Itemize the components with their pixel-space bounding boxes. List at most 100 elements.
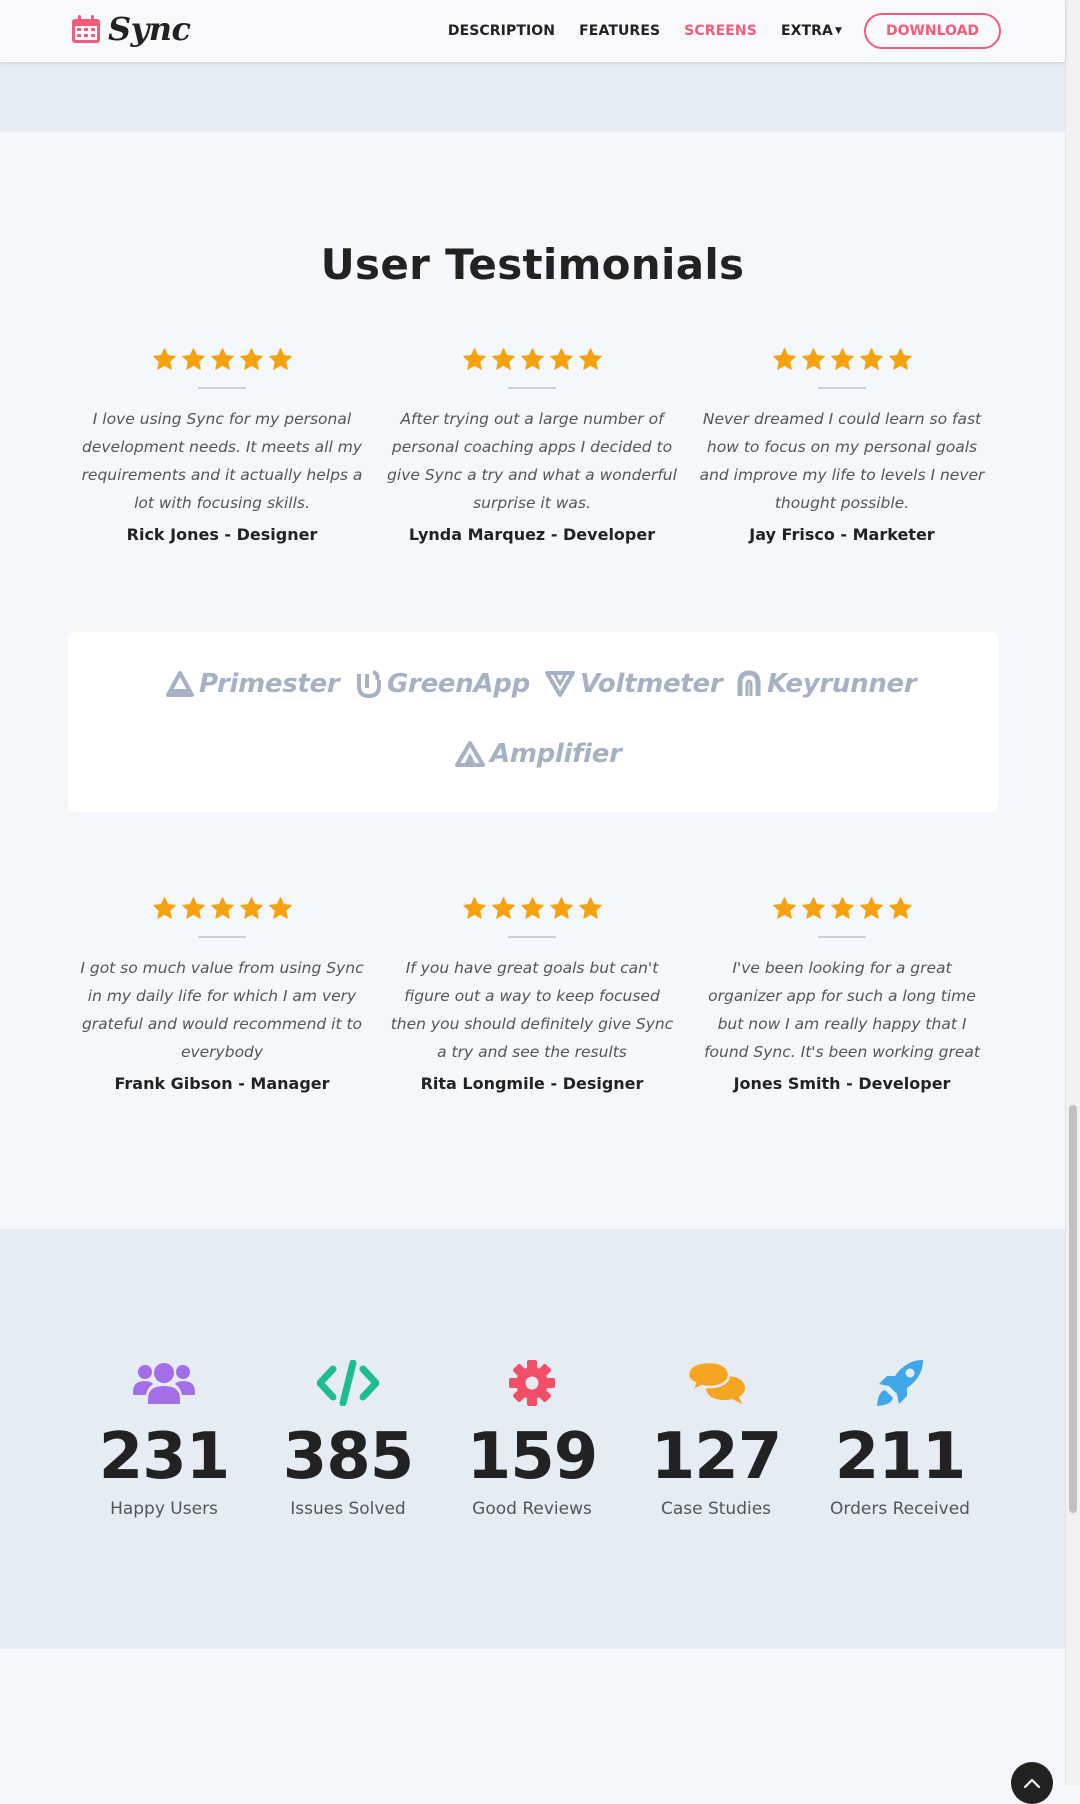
greenapp-logo-icon [357,670,381,698]
star-icon [181,348,205,370]
divider [198,936,246,938]
testimonial-author: Jay Frisco - Marketer [749,525,935,544]
star-icon [888,897,912,919]
counter-happy-users: 231 Happy Users [79,1357,249,1519]
caret-down-icon: ▼ [834,26,842,36]
amplifier-logo-icon [455,741,485,767]
star-icon [152,348,176,370]
comments-icon [687,1360,745,1404]
star-icon [210,348,234,370]
star-icon [549,348,573,370]
partner-name: Keyrunner [767,669,917,699]
scrollbar-thumb[interactable] [1069,1105,1077,1513]
divider [508,387,556,389]
star-icon [578,897,602,919]
star-icon [491,897,515,919]
star-rating [77,896,367,922]
partner-name: Voltmeter [580,669,723,699]
counter-case-studies: 127 Case Studies [631,1357,801,1519]
star-icon [578,348,602,370]
divider [818,387,866,389]
nav-link-features[interactable]: FEATURES [579,23,660,39]
testimonial-author: Rick Jones - Designer [126,525,318,544]
counter-value: 127 [650,1420,783,1494]
brand-logo[interactable]: Sync [70,10,191,48]
testimonial-quote: I've been looking for a great organizer … [704,959,980,1061]
testimonial-card: I've been looking for a great organizer … [697,896,987,1093]
keyrunner-logo-icon [737,670,761,696]
page-scrollbar[interactable] [1065,0,1080,1785]
partner-name: Amplifier [490,739,622,769]
star-icon [549,897,573,919]
star-icon [830,897,854,919]
counter-issues-solved: 385 Issues Solved [263,1357,433,1519]
nav-link-description[interactable]: DESCRIPTION [448,23,555,39]
testimonial-quote: After trying out a large number of perso… [387,410,677,512]
star-icon [772,897,796,919]
star-icon [181,897,205,919]
testimonial-author: Rita Longmile - Designer [420,1074,644,1093]
testimonial-author: Lynda Marquez - Developer [408,525,656,544]
partner-name: Primester [199,669,340,699]
divider [818,936,866,938]
partner-logo-voltmeter: Voltmeter [545,669,723,699]
counter-orders-received: 211 Orders Received [815,1357,985,1519]
star-icon [210,897,234,919]
star-icon [239,348,263,370]
star-rating [387,347,677,373]
star-icon [772,348,796,370]
users-icon [133,1363,195,1404]
star-icon [239,897,263,919]
testimonial-card: I got so much value from using Sync in m… [77,896,367,1093]
counter-label: Case Studies [660,1499,772,1519]
download-button[interactable]: DOWNLOAD [864,13,1001,49]
testimonial-card: I love using Sync for my personal develo… [77,347,367,544]
star-icon [859,348,883,370]
partner-logo-amplifier: Amplifier [455,739,622,769]
primester-logo-icon [166,671,194,697]
section-title: User Testimonials [320,240,745,289]
star-icon [520,348,544,370]
testimonial-quote: Never dreamed I could learn so fast how … [699,410,985,512]
testimonial-card: If you have great goals but can't figure… [387,896,677,1093]
partner-name: GreenApp [387,669,530,699]
rocket-icon [877,1360,923,1406]
counter-value: 231 [98,1420,231,1494]
voltmeter-logo-icon [545,671,575,697]
counter-good-reviews: 159 Good Reviews [447,1357,617,1519]
previous-section-band [0,62,1065,132]
testimonial-card: Never dreamed I could learn so fast how … [697,347,987,544]
brand-name: Sync [108,10,191,48]
star-icon [801,897,825,919]
nav-link-screens[interactable]: SCREENS [684,23,757,39]
star-icon [268,897,292,919]
partner-logo-primester: Primester [166,669,340,699]
star-icon [462,348,486,370]
gear-icon [509,1360,555,1406]
counter-value: 211 [834,1420,967,1494]
counters-section: 231 Happy Users 385 Issues Solved 159 Go… [0,1229,1065,1649]
testimonial-author: Jones Smith - Developer [733,1074,951,1093]
code-icon [317,1360,379,1406]
partner-logo-keyrunner: Keyrunner [736,669,917,699]
calendar-icon [72,15,100,43]
star-icon [491,348,515,370]
star-rating [697,347,987,373]
partner-logos: Primester GreenApp Voltmeter Keyrunner A… [68,632,998,812]
partner-logo-greenapp: GreenApp [356,669,530,699]
testimonial-quote: I got so much value from using Sync in m… [80,959,364,1061]
star-icon [859,897,883,919]
counter-value: 159 [466,1420,599,1494]
back-to-top-button[interactable] [1011,1762,1053,1804]
nav-dropdown-extra[interactable]: EXTRA ▼ [781,23,842,39]
star-rating [387,896,677,922]
star-icon [520,897,544,919]
testimonial-quote: I love using Sync for my personal develo… [81,410,363,512]
star-rating [697,896,987,922]
star-icon [830,348,854,370]
star-icon [152,897,176,919]
star-icon [268,348,292,370]
star-rating [77,347,367,373]
testimonial-card: After trying out a large number of perso… [387,347,677,544]
counter-value: 385 [282,1420,415,1494]
